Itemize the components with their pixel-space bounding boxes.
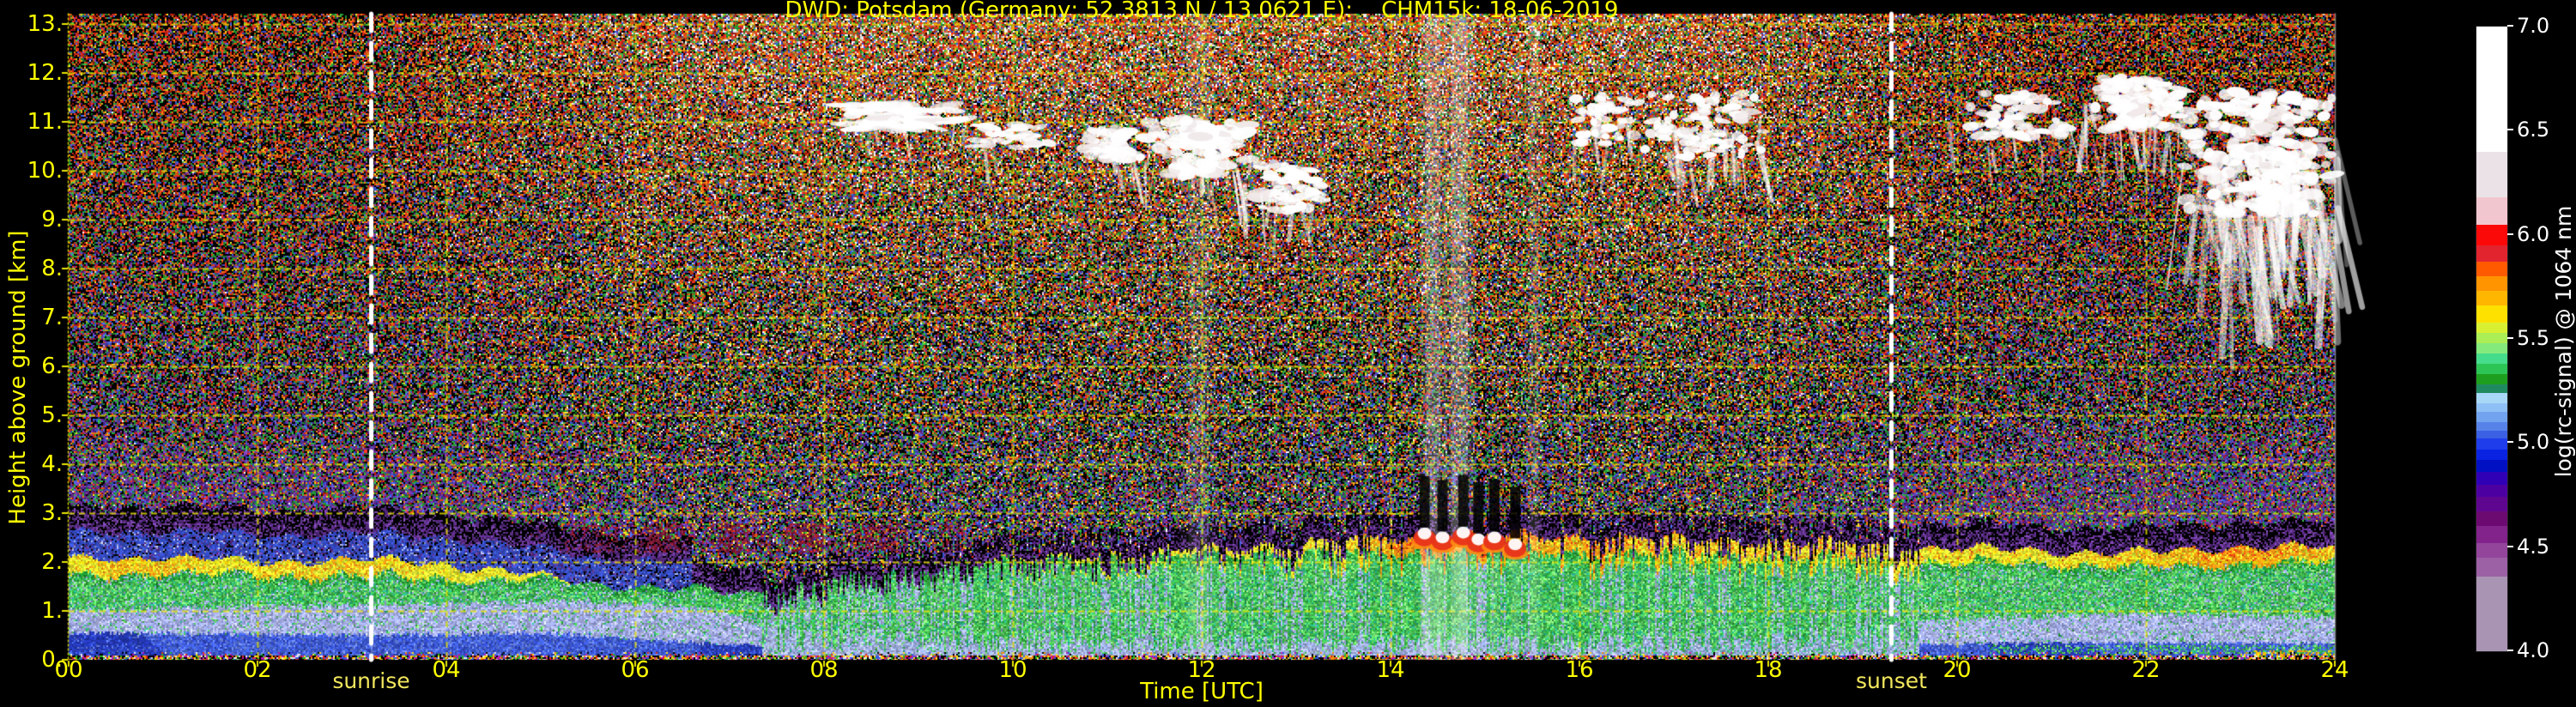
x-tick-label: 12 [1187, 657, 1216, 683]
colorbar-band [2476, 459, 2507, 473]
colorbar-band [2476, 374, 2507, 385]
x-tick-label: 08 [809, 657, 839, 683]
x-tick-label: 16 [1565, 657, 1594, 683]
colorbar-band [2476, 411, 2507, 423]
y-tick-label: 4. [41, 451, 63, 477]
y-tick-label: 5. [41, 402, 63, 428]
colorbar-tick-mark [2507, 129, 2513, 131]
y-tick-label: 7. [41, 305, 63, 330]
colorbar-band [2476, 403, 2507, 413]
y-tick-label: 2. [41, 549, 63, 575]
y-tick-label: 8. [41, 256, 63, 281]
x-tick-label: 24 [2320, 657, 2349, 683]
colorbar-band [2476, 542, 2507, 559]
colorbar-band [2476, 342, 2507, 354]
colorbar-band [2476, 393, 2507, 404]
colorbar-band [2476, 384, 2507, 394]
colorbar-tick-label: 6.0 [2517, 221, 2550, 246]
colorbar-tick-mark [2507, 233, 2513, 235]
colorbar [2476, 26, 2508, 652]
colorbar-band [2476, 557, 2507, 577]
colorbar-band [2476, 422, 2507, 432]
colorbar-band [2476, 262, 2507, 277]
colorbar-band [2476, 497, 2507, 512]
colorbar-tick-mark [2507, 337, 2513, 339]
colorbar-tick-label: 7.0 [2517, 14, 2550, 38]
colorbar-band [2476, 291, 2507, 306]
y-tick-label: 10. [27, 158, 63, 184]
colorbar-tick-label: 5.5 [2517, 326, 2550, 350]
colorbar-band [2476, 576, 2507, 652]
colorbar-tick-label: 6.5 [2517, 118, 2550, 142]
colorbar-band [2476, 472, 2507, 486]
y-tick-label: 11. [27, 109, 63, 135]
colorbar-tick-label: 4.0 [2517, 638, 2550, 662]
colorbar-tick-mark [2507, 545, 2513, 547]
colorbar-tick-label: 5.0 [2517, 430, 2550, 455]
y-tick-label: 1. [41, 598, 63, 624]
colorbar-band [2476, 353, 2507, 365]
heatmap-canvas [0, 0, 2576, 707]
colorbar-band [2476, 449, 2507, 461]
x-tick-label: 18 [1754, 657, 1783, 683]
ceilometer-quicklook: DWD: Potsdam (Germany; 52.3813 N / 13.06… [0, 0, 2576, 707]
x-tick-label: 06 [621, 657, 650, 683]
x-tick-label: 20 [1943, 657, 1972, 683]
y-tick-label: 6. [41, 354, 63, 379]
chart-title: DWD: Potsdam (Germany; 52.3813 N / 13.06… [785, 0, 1619, 23]
colorbar-band [2476, 511, 2507, 527]
x-tick-label: 14 [1376, 657, 1405, 683]
colorbar-band [2476, 438, 2507, 450]
colorbar-band [2476, 526, 2507, 544]
colorbar-band [2476, 322, 2507, 334]
colorbar-band [2476, 484, 2507, 498]
colorbar-band [2476, 430, 2507, 439]
colorbar-band [2476, 151, 2507, 198]
colorbar-tick-mark [2507, 441, 2513, 444]
colorbar-tick-label: 4.5 [2517, 534, 2550, 559]
colorbar-band [2476, 245, 2507, 263]
colorbar-band [2476, 305, 2507, 323]
colorbar-tick-mark [2507, 25, 2513, 27]
y-tick-label: 12. [27, 60, 63, 86]
x-tick-label: 02 [243, 657, 272, 683]
y-tick-label: 3. [41, 500, 63, 526]
colorbar-band [2476, 276, 2507, 292]
colorbar-band [2476, 27, 2507, 153]
colorbar-band [2476, 364, 2507, 375]
colorbar-band [2476, 196, 2507, 226]
colorbar-band [2476, 332, 2507, 344]
x-tick-label: 04 [432, 657, 461, 683]
y-tick-label: 13. [27, 11, 63, 37]
colorbar-tick-mark [2507, 650, 2513, 651]
colorbar-band [2476, 224, 2507, 246]
y-tick-label: 0. [41, 647, 63, 673]
y-tick-label: 9. [41, 207, 63, 233]
x-tick-label: 10 [998, 657, 1027, 683]
x-tick-label: 22 [2131, 657, 2161, 683]
